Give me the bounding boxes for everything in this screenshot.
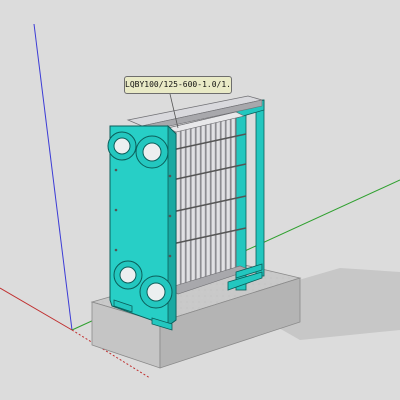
port-flange-top-right-icon xyxy=(135,135,169,169)
blue-axis xyxy=(33,23,73,331)
port-flange-bottom-right-icon xyxy=(139,275,173,309)
port-flange-top-left-icon xyxy=(107,131,137,161)
model-scene xyxy=(0,23,400,379)
model-label-tag: LQBY100/125-600-1.0/1.0 xyxy=(124,76,232,94)
3d-viewport[interactable]: LQBY100/125-600-1.0/1.0 xyxy=(0,0,400,400)
port-flange-bottom-left-icon xyxy=(113,260,143,290)
plate-pack xyxy=(167,111,245,293)
red-axis xyxy=(0,287,73,331)
